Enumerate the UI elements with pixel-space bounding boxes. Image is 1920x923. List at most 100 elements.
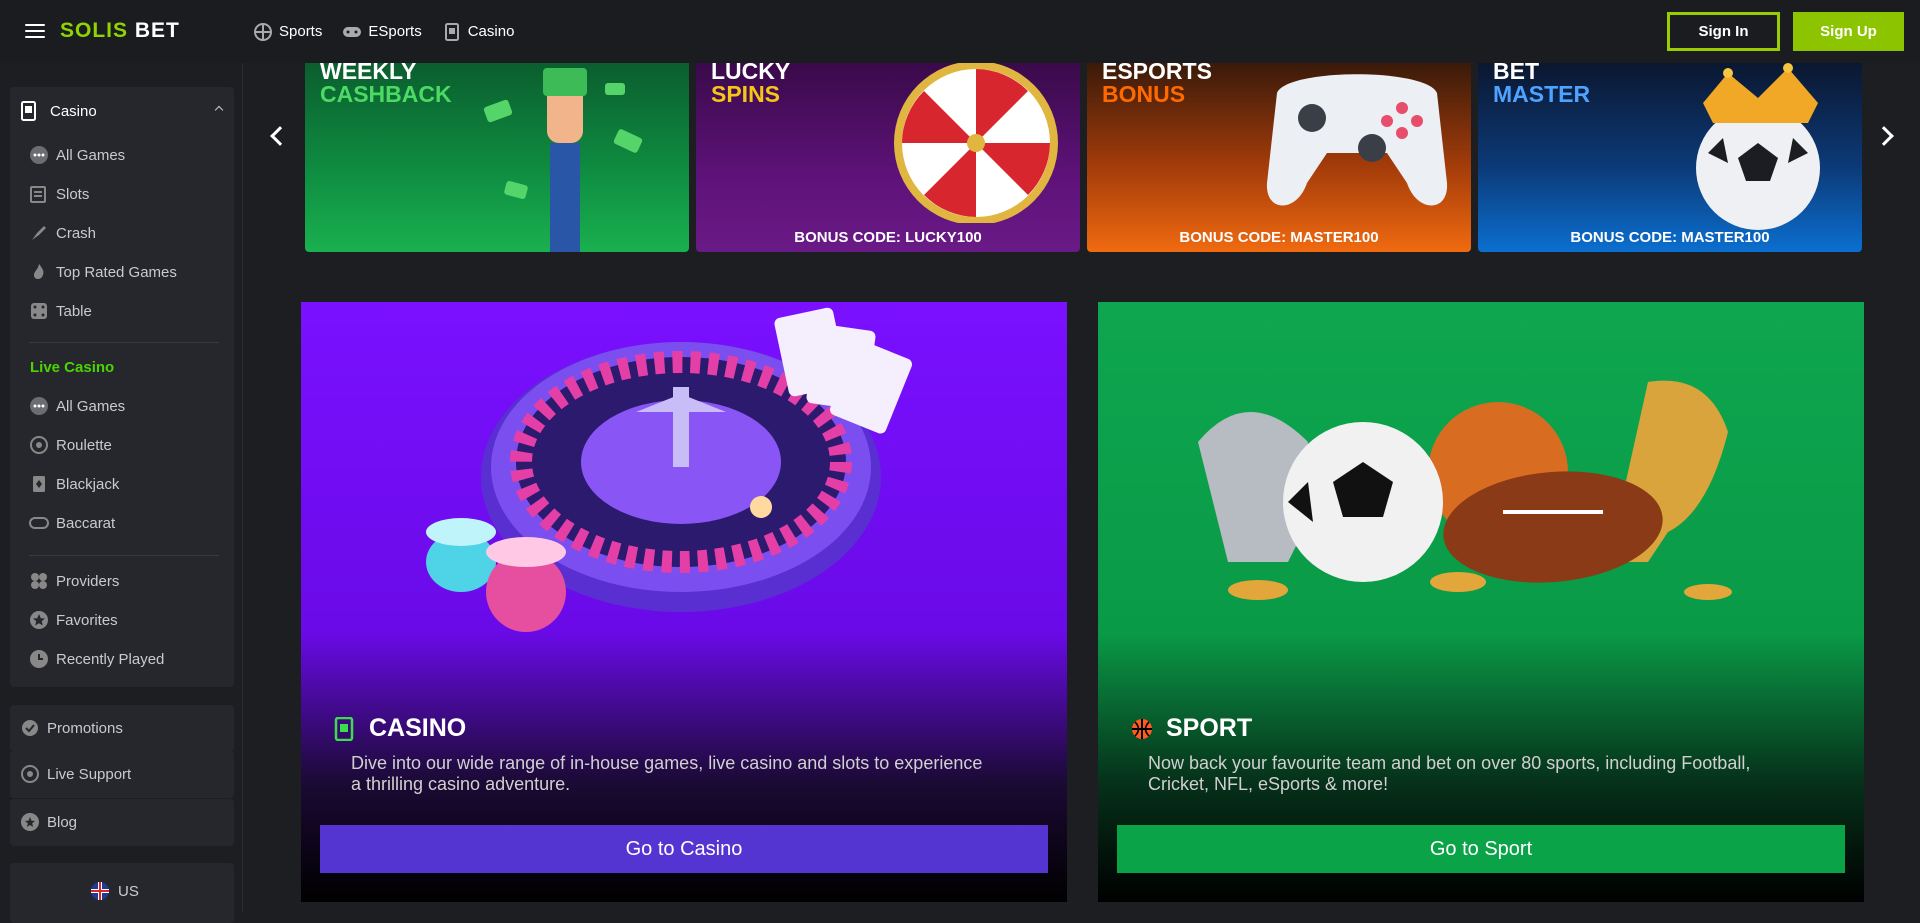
crowned-ball-image [1696, 63, 1820, 230]
nav-casino[interactable]: Casino [442, 22, 514, 42]
casino-card: CASINO Dive into our wide range of in-ho… [301, 302, 1067, 902]
cash-hand-image [483, 68, 643, 252]
sidebar-item-label: All Games [56, 146, 126, 164]
divider [29, 342, 219, 343]
promo-weekly-cashback[interactable]: WEEKLY CASHBACK [305, 63, 689, 252]
clock-icon [30, 650, 48, 668]
support-icon [21, 765, 39, 783]
promo-title-line2: CASHBACK [320, 81, 452, 107]
roulette-icon [30, 436, 48, 454]
sidebar-item-label: Slots [56, 185, 90, 203]
promo-bet-master[interactable]: BET MASTER BONUS CODE: MASTER100 [1478, 63, 1862, 252]
sidebar-item-slots[interactable]: Slots [29, 184, 89, 204]
casino-section-header[interactable]: Casino [20, 101, 97, 121]
collapse-caret-icon[interactable] [214, 105, 224, 115]
wheel-image [894, 63, 1058, 223]
logo-part1: SOLIS [60, 19, 129, 42]
nav-esports-label: ESports [368, 23, 422, 40]
sport-icon [1132, 718, 1152, 739]
rocket-icon [32, 226, 46, 240]
sidebar-item-label: Crash [56, 224, 97, 242]
promo-carousel: WEEKLY CASHBACK LUCKY SPINS BONUS CODE: … [305, 63, 1862, 252]
uk-flag-icon [91, 882, 109, 900]
baccarat-icon [29, 517, 49, 529]
blog-icon [21, 813, 39, 831]
sidebar-item-label: Favorites [56, 611, 118, 629]
go-to-casino-button[interactable]: Go to Casino [320, 825, 1048, 873]
sidebar-item-all-games[interactable]: All Games [29, 145, 125, 165]
sidebar-item-label: Blog [47, 813, 78, 831]
promo-title-line2: MASTER [1493, 81, 1591, 107]
promo-bonus-code: BONUS CODE: MASTER100 [1179, 229, 1379, 246]
sidebar-item-live-support[interactable]: Live Support [20, 764, 131, 784]
sport-card: SPORT Now back your favourite team and b… [1098, 302, 1864, 902]
casino-icon [21, 101, 36, 121]
sidebar-item-label: Promotions [47, 719, 123, 737]
blog-panel[interactable]: Blog [10, 799, 234, 846]
sidebar-item-providers[interactable]: Providers [29, 571, 119, 591]
gamepad-icon [343, 26, 362, 37]
menu-icon[interactable] [25, 24, 45, 39]
star-icon [30, 611, 48, 629]
language-label: US [118, 882, 139, 900]
sidebar-item-roulette[interactable]: Roulette [29, 435, 112, 455]
dice-icon [31, 303, 47, 319]
sidebar-item-label: Recently Played [56, 650, 165, 668]
sidebar: Casino All Games Slots Crash Top Rated G… [0, 63, 243, 923]
divider [29, 555, 219, 556]
logo-part2: BET [134, 19, 180, 42]
dots-icon [30, 146, 48, 164]
live-support-panel[interactable]: Live Support [10, 751, 234, 798]
nav-sports-label: Sports [279, 23, 323, 40]
sidebar-item-favorites[interactable]: Favorites [29, 610, 118, 630]
sidebar-item-recently-played[interactable]: Recently Played [29, 649, 164, 669]
sidebar-item-promotions[interactable]: Promotions [20, 718, 123, 738]
sidebar-item-table[interactable]: Table [29, 301, 92, 321]
nav-esports[interactable]: ESports [342, 22, 422, 42]
sport-card-title-text: SPORT [1166, 714, 1253, 742]
sidebar-item-label: Roulette [56, 436, 112, 454]
carousel-next-icon[interactable] [1874, 126, 1894, 146]
sidebar-item-label: Top Rated Games [56, 263, 177, 281]
go-to-sport-button[interactable]: Go to Sport [1117, 825, 1845, 873]
promo-title-line2: BONUS [1102, 81, 1186, 107]
promo-lucky-spins[interactable]: LUCKY SPINS BONUS CODE: LUCKY100 [696, 63, 1080, 252]
sport-card-description: Now back your favourite team and bet on … [1148, 753, 1751, 794]
language-panel[interactable]: US [10, 863, 234, 923]
sidebar-item-blackjack[interactable]: Blackjack [29, 474, 119, 494]
casino-card-title: CASINO [333, 714, 466, 743]
sign-in-button[interactable]: Sign In [1667, 12, 1780, 51]
sidebar-item-label: Table [56, 302, 92, 320]
casino-panel: Casino All Games Slots Crash Top Rated G… [10, 87, 234, 687]
promo-bonus-code: BONUS CODE: MASTER100 [1570, 229, 1770, 246]
sidebar-item-top-rated[interactable]: Top Rated Games [29, 262, 177, 282]
language-selector[interactable]: US [90, 881, 139, 901]
sports-icon [254, 22, 272, 41]
promotions-panel[interactable]: Promotions [10, 705, 234, 752]
sign-up-button[interactable]: Sign Up [1793, 12, 1904, 51]
promo-bonus-code: BONUS CODE: LUCKY100 [794, 229, 982, 246]
sidebar-item-label: All Games [56, 397, 126, 415]
sidebar-item-label: Providers [56, 572, 120, 590]
gamepad-image [1266, 74, 1448, 206]
top-header: SOLIS BET Sports ESports Casino Sign In … [0, 0, 1920, 63]
sidebar-item-label: Live Support [47, 765, 132, 783]
dots-icon [30, 397, 48, 415]
promotions-icon [22, 720, 38, 736]
nav-sports[interactable]: Sports [253, 22, 322, 42]
logo[interactable]: SOLIS BET [60, 19, 180, 43]
blackjack-icon [33, 476, 45, 492]
slot-machine-icon [30, 186, 46, 203]
flame-icon [34, 264, 44, 280]
sidebar-item-crash[interactable]: Crash [29, 223, 96, 243]
sidebar-item-live-all-games[interactable]: All Games [29, 396, 125, 416]
carousel-prev-icon[interactable] [270, 126, 290, 146]
sidebar-item-blog[interactable]: Blog [20, 812, 77, 832]
roulette-image [426, 307, 912, 632]
cards-icon [444, 22, 459, 41]
live-casino-title[interactable]: Live Casino [30, 359, 114, 376]
promo-esports-bonus[interactable]: ESPORTS BONUS BONUS CODE: MASTER100 [1087, 63, 1471, 252]
providers-icon [31, 573, 47, 589]
casino-icon [334, 716, 354, 741]
sidebar-item-baccarat[interactable]: Baccarat [29, 513, 115, 533]
